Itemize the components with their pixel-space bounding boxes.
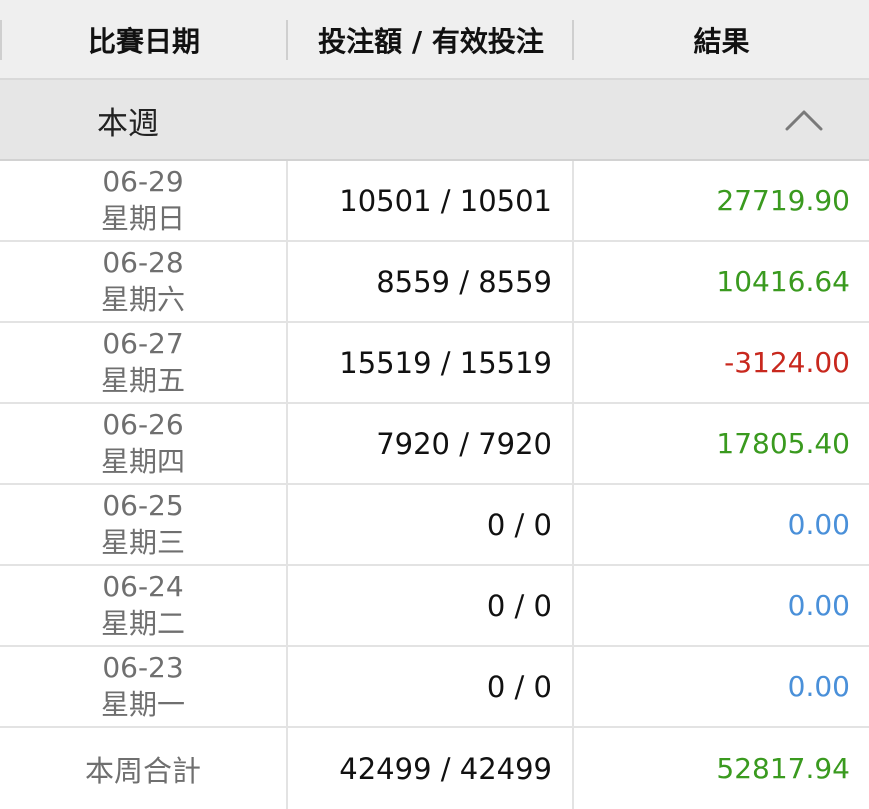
- row-bet: 10501 / 10501: [288, 161, 574, 240]
- row-date: 06-23: [102, 651, 184, 684]
- row-weekday: 星期六: [100, 283, 185, 316]
- header-result: 結果: [693, 25, 750, 58]
- row-bet: 15519 / 15519: [288, 323, 574, 402]
- date-cell: 06-28 星期六: [0, 242, 288, 321]
- row-weekday: 星期一: [100, 688, 185, 721]
- row-bet: 7920 / 7920: [288, 404, 574, 483]
- date-cell: 06-27 星期五: [0, 323, 288, 402]
- chevron-up-icon[interactable]: [784, 108, 824, 132]
- table-row[interactable]: 06-28 星期六 8559 / 8559 10416.64: [0, 242, 869, 323]
- row-bet: 0 / 0: [288, 647, 574, 726]
- date-cell: 06-29 星期日: [0, 161, 288, 240]
- total-bet: 42499 / 42499: [288, 728, 574, 809]
- row-result: 0.00: [787, 508, 850, 541]
- week-section-header[interactable]: 本週: [0, 80, 869, 161]
- date-cell: 06-24 星期二: [0, 566, 288, 645]
- table-row[interactable]: 06-24 星期二 0 / 0 0.00: [0, 566, 869, 647]
- row-result: 0.00: [787, 670, 850, 703]
- row-weekday: 星期日: [100, 202, 185, 235]
- row-bet: 0 / 0: [288, 566, 574, 645]
- total-row: 本周合計 42499 / 42499 52817.94: [0, 728, 869, 809]
- row-result: 17805.40: [716, 427, 850, 460]
- total-result: 52817.94: [716, 752, 850, 785]
- row-date: 06-28: [102, 246, 184, 279]
- header-bet: 投注額 / 有效投注: [288, 0, 574, 80]
- row-weekday: 星期二: [100, 607, 185, 640]
- row-date: 06-27: [102, 327, 184, 360]
- row-weekday: 星期四: [100, 445, 185, 478]
- date-cell: 06-25 星期三: [0, 485, 288, 564]
- section-title: 本週: [97, 106, 159, 142]
- row-result: 0.00: [787, 589, 850, 622]
- row-result: -3124.00: [724, 346, 850, 379]
- row-weekday: 星期五: [100, 364, 185, 397]
- row-date: 06-25: [102, 489, 184, 522]
- date-cell: 06-23 星期一: [0, 647, 288, 726]
- date-cell: 06-26 星期四: [0, 404, 288, 483]
- row-result: 27719.90: [716, 184, 850, 217]
- row-result: 10416.64: [716, 265, 850, 298]
- row-date: 06-26: [102, 408, 184, 441]
- table-row[interactable]: 06-25 星期三 0 / 0 0.00: [0, 485, 869, 566]
- table-row[interactable]: 06-26 星期四 7920 / 7920 17805.40: [0, 404, 869, 485]
- total-label: 本周合計: [0, 728, 288, 809]
- table-row[interactable]: 06-23 星期一 0 / 0 0.00: [0, 647, 869, 728]
- row-date: 06-24: [102, 570, 184, 603]
- row-bet: 0 / 0: [288, 485, 574, 564]
- table-row[interactable]: 06-27 星期五 15519 / 15519 -3124.00: [0, 323, 869, 404]
- header-date: 比賽日期: [0, 0, 288, 80]
- table-header: 比賽日期 投注額 / 有效投注 結果: [0, 0, 869, 80]
- row-bet: 8559 / 8559: [288, 242, 574, 321]
- row-weekday: 星期三: [100, 526, 185, 559]
- table-row[interactable]: 06-29 星期日 10501 / 10501 27719.90: [0, 161, 869, 242]
- results-list: 06-29 星期日 10501 / 10501 27719.90 06-28 星期六 855…: [0, 161, 869, 809]
- row-date: 06-29: [102, 165, 184, 198]
